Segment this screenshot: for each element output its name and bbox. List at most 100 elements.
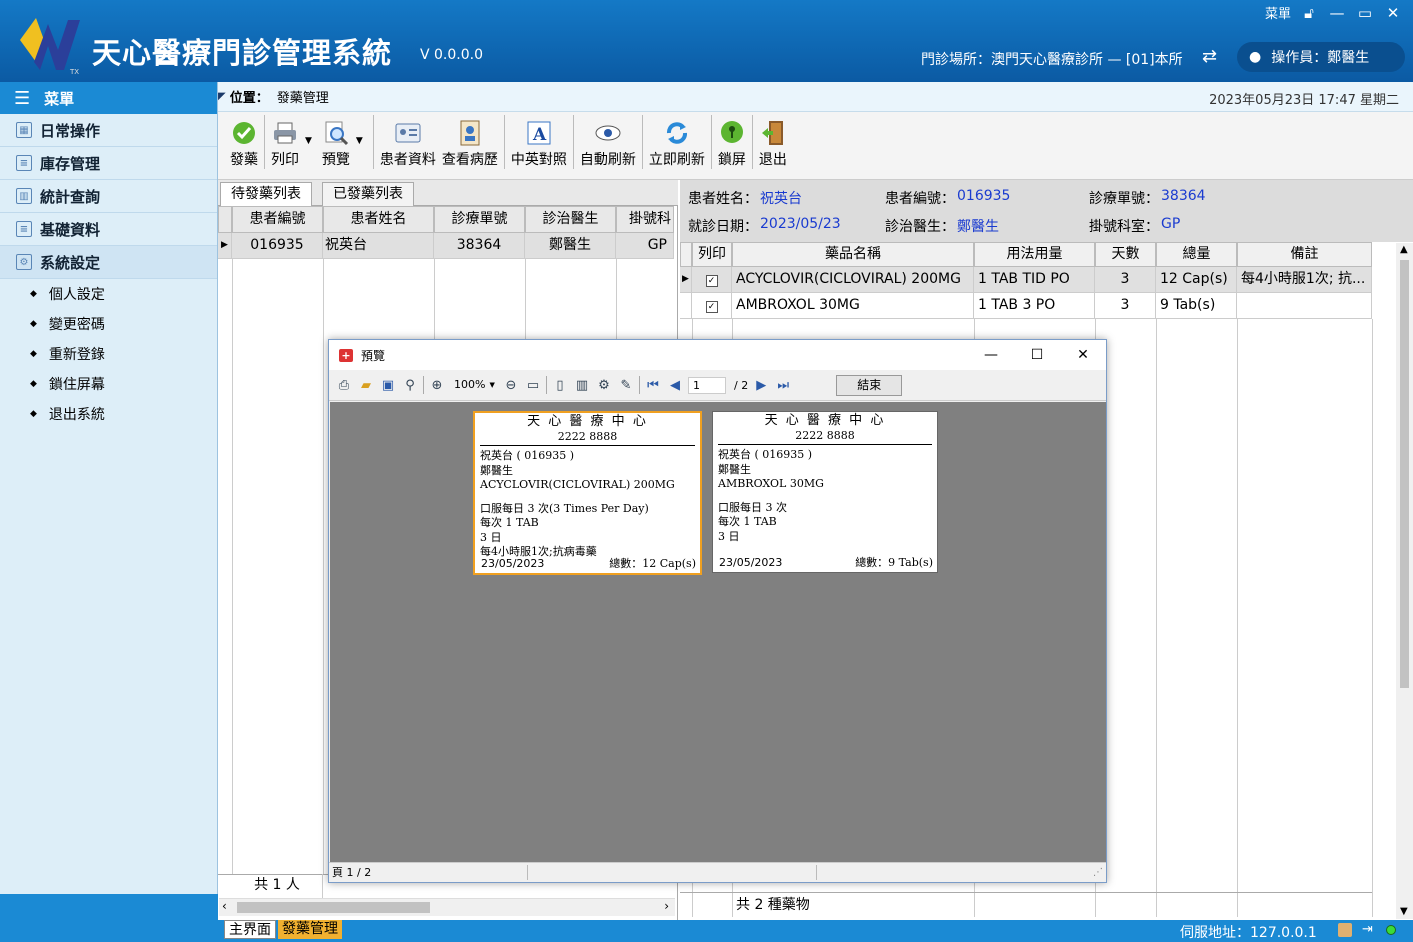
sidebar-footer bbox=[0, 894, 218, 920]
top-menu-link[interactable]: 菜單 bbox=[1265, 3, 1291, 22]
column-header[interactable]: 掛號科 bbox=[616, 206, 674, 233]
multi-page-icon[interactable]: ▥ bbox=[573, 376, 591, 394]
bullet-icon: ◆ bbox=[30, 409, 37, 419]
view-history-button[interactable]: 查看病歷 bbox=[442, 113, 498, 169]
scroll-left-icon[interactable]: ‹ bbox=[222, 899, 227, 913]
medicine-label[interactable]: 天 心 醫 療 中 心 2222 8888 祝英台 ( 016935 ) 鄭醫生… bbox=[473, 411, 702, 575]
column-header[interactable]: 備註 bbox=[1237, 242, 1372, 267]
column-header[interactable]: 天數 bbox=[1095, 242, 1156, 267]
sidebar-sub-relogin[interactable]: ◆ 重新登錄 bbox=[0, 339, 217, 369]
maximize-icon[interactable]: ☐ bbox=[1014, 340, 1060, 370]
column-header[interactable]: 診療單號 bbox=[434, 206, 525, 233]
scroll-right-icon[interactable]: › bbox=[664, 899, 669, 913]
id-card-icon bbox=[394, 120, 422, 146]
edit-icon[interactable]: ✎ bbox=[617, 376, 635, 394]
sidebar-item-basic-data[interactable]: ≡ 基礎資料 bbox=[0, 213, 217, 246]
main-toolbar: 發藥 列印 ▼ 預覽 ▼ 患者資料 查看病歷 A 中英對照 自動刷新 立即刷新 鎖… bbox=[218, 112, 1413, 180]
checkbox-checked-icon[interactable]: ✓ bbox=[705, 301, 718, 313]
horizontal-scrollbar[interactable]: ‹ › bbox=[219, 898, 675, 916]
sidebar-item-settings[interactable]: ⚙ 系統設定 bbox=[0, 246, 217, 279]
lock-screen-button[interactable]: 鎖屏 bbox=[718, 113, 746, 169]
print-dropdown-icon[interactable]: ▼ bbox=[305, 136, 312, 146]
column-header[interactable]: 用法用量 bbox=[974, 242, 1095, 267]
resize-grip-icon[interactable]: ⋰ bbox=[1093, 863, 1103, 882]
dispense-button[interactable]: 發藥 bbox=[230, 113, 258, 169]
column-header[interactable]: 患者姓名 bbox=[323, 206, 434, 233]
refresh-now-button[interactable]: 立即刷新 bbox=[649, 113, 705, 169]
table-row[interactable]: ✓ AMBROXOL 30MG 1 TAB 3 PO 3 9 Tab(s) bbox=[680, 293, 1372, 319]
switch-clinic-icon[interactable]: ⇄ bbox=[1202, 46, 1217, 67]
prev-page-icon[interactable]: ◀ bbox=[666, 376, 684, 394]
print-checkbox[interactable]: ✓ bbox=[692, 267, 732, 293]
close-icon[interactable]: ✕ bbox=[1060, 340, 1106, 370]
order-number-label: 診療單號： bbox=[1089, 191, 1159, 207]
table-cell: 38364 bbox=[434, 233, 525, 259]
column-header[interactable]: 診治醫生 bbox=[525, 206, 616, 233]
maximize-icon[interactable]: ▭ bbox=[1355, 4, 1375, 22]
single-page-icon[interactable]: ▯ bbox=[551, 376, 569, 394]
next-page-icon[interactable]: ▶ bbox=[752, 376, 770, 394]
column-header[interactable]: 總量 bbox=[1156, 242, 1237, 267]
print-checkbox[interactable]: ✓ bbox=[692, 293, 732, 319]
visit-date: 2023/05/23 bbox=[760, 216, 841, 232]
preview-canvas[interactable]: 天 心 醫 療 中 心 2222 8888 祝英台 ( 016935 ) 鄭醫生… bbox=[330, 402, 1106, 863]
scroll-up-icon[interactable]: ▲ bbox=[1400, 244, 1408, 255]
tab-main[interactable]: 主界面 bbox=[224, 920, 276, 939]
sidebar-item-statistics[interactable]: ▥ 統計查詢 bbox=[0, 180, 217, 213]
auto-refresh-button[interactable]: 自動刷新 bbox=[580, 113, 636, 169]
label-usage: 口服每日 3 次 bbox=[718, 500, 787, 514]
sidebar-sub-lockscreen[interactable]: ◆ 鎖住屏幕 bbox=[0, 369, 217, 399]
scroll-thumb[interactable] bbox=[1400, 260, 1409, 688]
tab-dispense-management[interactable]: 發藥管理 bbox=[278, 920, 342, 939]
preview-button[interactable]: 預覽 bbox=[322, 113, 350, 169]
settings-icon[interactable]: ⚙ bbox=[595, 376, 613, 394]
breadcrumb-arrow-icon: ◤ bbox=[218, 91, 226, 102]
column-header[interactable]: 患者編號 bbox=[232, 206, 323, 233]
vertical-scrollbar[interactable]: ▲ ▼ bbox=[1396, 243, 1413, 919]
first-page-icon[interactable]: ⏮ bbox=[644, 376, 662, 394]
cn-en-button[interactable]: A 中英對照 bbox=[511, 113, 567, 169]
label-drug: AMBROXOL 30MG bbox=[718, 477, 824, 490]
zoom-select[interactable]: 100% ▼ bbox=[450, 378, 498, 392]
exit-button[interactable]: 退出 bbox=[759, 113, 787, 169]
last-page-icon[interactable]: ⏭ bbox=[774, 376, 792, 394]
sidebar-sub-personal[interactable]: ◆ 個人設定 bbox=[0, 279, 217, 309]
find-icon[interactable]: ⚲ bbox=[401, 376, 419, 394]
zoom-in-icon[interactable]: ⊕ bbox=[428, 376, 446, 394]
save-icon[interactable]: ▣ bbox=[379, 376, 397, 394]
checkbox-checked-icon[interactable]: ✓ bbox=[705, 275, 718, 287]
dialog-titlebar[interactable]: + 預覽 — ☐ ✕ bbox=[329, 340, 1106, 370]
printer-icon[interactable]: ⎙ bbox=[335, 376, 353, 394]
minimize-icon[interactable]: — bbox=[1327, 4, 1347, 22]
patient-id: 016935 bbox=[957, 188, 1011, 204]
scroll-down-icon[interactable]: ▼ bbox=[1400, 906, 1408, 917]
label-doctor: 鄭醫生 bbox=[718, 462, 751, 476]
open-folder-icon[interactable]: ▰ bbox=[357, 376, 375, 394]
table-row[interactable]: ▶ ✓ ACYCLOVIR(CICLOVIRAL) 200MG 1 TAB TI… bbox=[680, 267, 1372, 293]
preview-dropdown-icon[interactable]: ▼ bbox=[356, 136, 363, 146]
print-button[interactable]: 列印 bbox=[271, 113, 299, 169]
close-preview-button[interactable]: 結束 bbox=[836, 374, 903, 396]
sidebar-item-inventory[interactable]: ≡ 庫存管理 bbox=[0, 147, 217, 180]
column-header[interactable]: 列印 bbox=[692, 242, 732, 267]
column-header[interactable]: 藥品名稱 bbox=[732, 242, 974, 267]
medicine-label[interactable]: 天 心 醫 療 中 心 2222 8888 祝英台 ( 016935 ) 鄭醫生… bbox=[712, 411, 938, 573]
sidebar-sub-exit[interactable]: ◆ 退出系統 bbox=[0, 399, 217, 429]
close-icon[interactable]: ✕ bbox=[1383, 4, 1403, 22]
scroll-thumb[interactable] bbox=[237, 902, 430, 913]
sidebar-sub-password[interactable]: ◆ 變更密碼 bbox=[0, 309, 217, 339]
page-input[interactable]: 1 bbox=[688, 376, 726, 394]
sidebar-header[interactable]: ☰ 菜單 bbox=[0, 82, 217, 114]
tab-dispensed[interactable]: 已發藥列表 bbox=[322, 182, 414, 206]
zoom-out-icon[interactable]: ⊖ bbox=[502, 376, 520, 394]
operator-badge[interactable]: ● 操作員：鄭醫生 bbox=[1237, 42, 1405, 72]
fit-page-icon[interactable]: ▭ bbox=[524, 376, 542, 394]
row-header bbox=[680, 293, 692, 319]
unlock-icon[interactable]: 🔓︎ bbox=[1299, 4, 1319, 22]
table-row[interactable]: ▶ 016935 祝英台 38364 鄭醫生 GP bbox=[218, 233, 674, 259]
patient-info-button[interactable]: 患者資料 bbox=[380, 113, 436, 169]
minimize-icon[interactable]: — bbox=[968, 340, 1014, 370]
tab-pending[interactable]: 待發藥列表 bbox=[220, 182, 312, 206]
label-usage: 口服每日 3 次(3 Times Per Day) bbox=[480, 501, 649, 515]
sidebar-item-daily[interactable]: ▦ 日常操作 bbox=[0, 114, 217, 147]
